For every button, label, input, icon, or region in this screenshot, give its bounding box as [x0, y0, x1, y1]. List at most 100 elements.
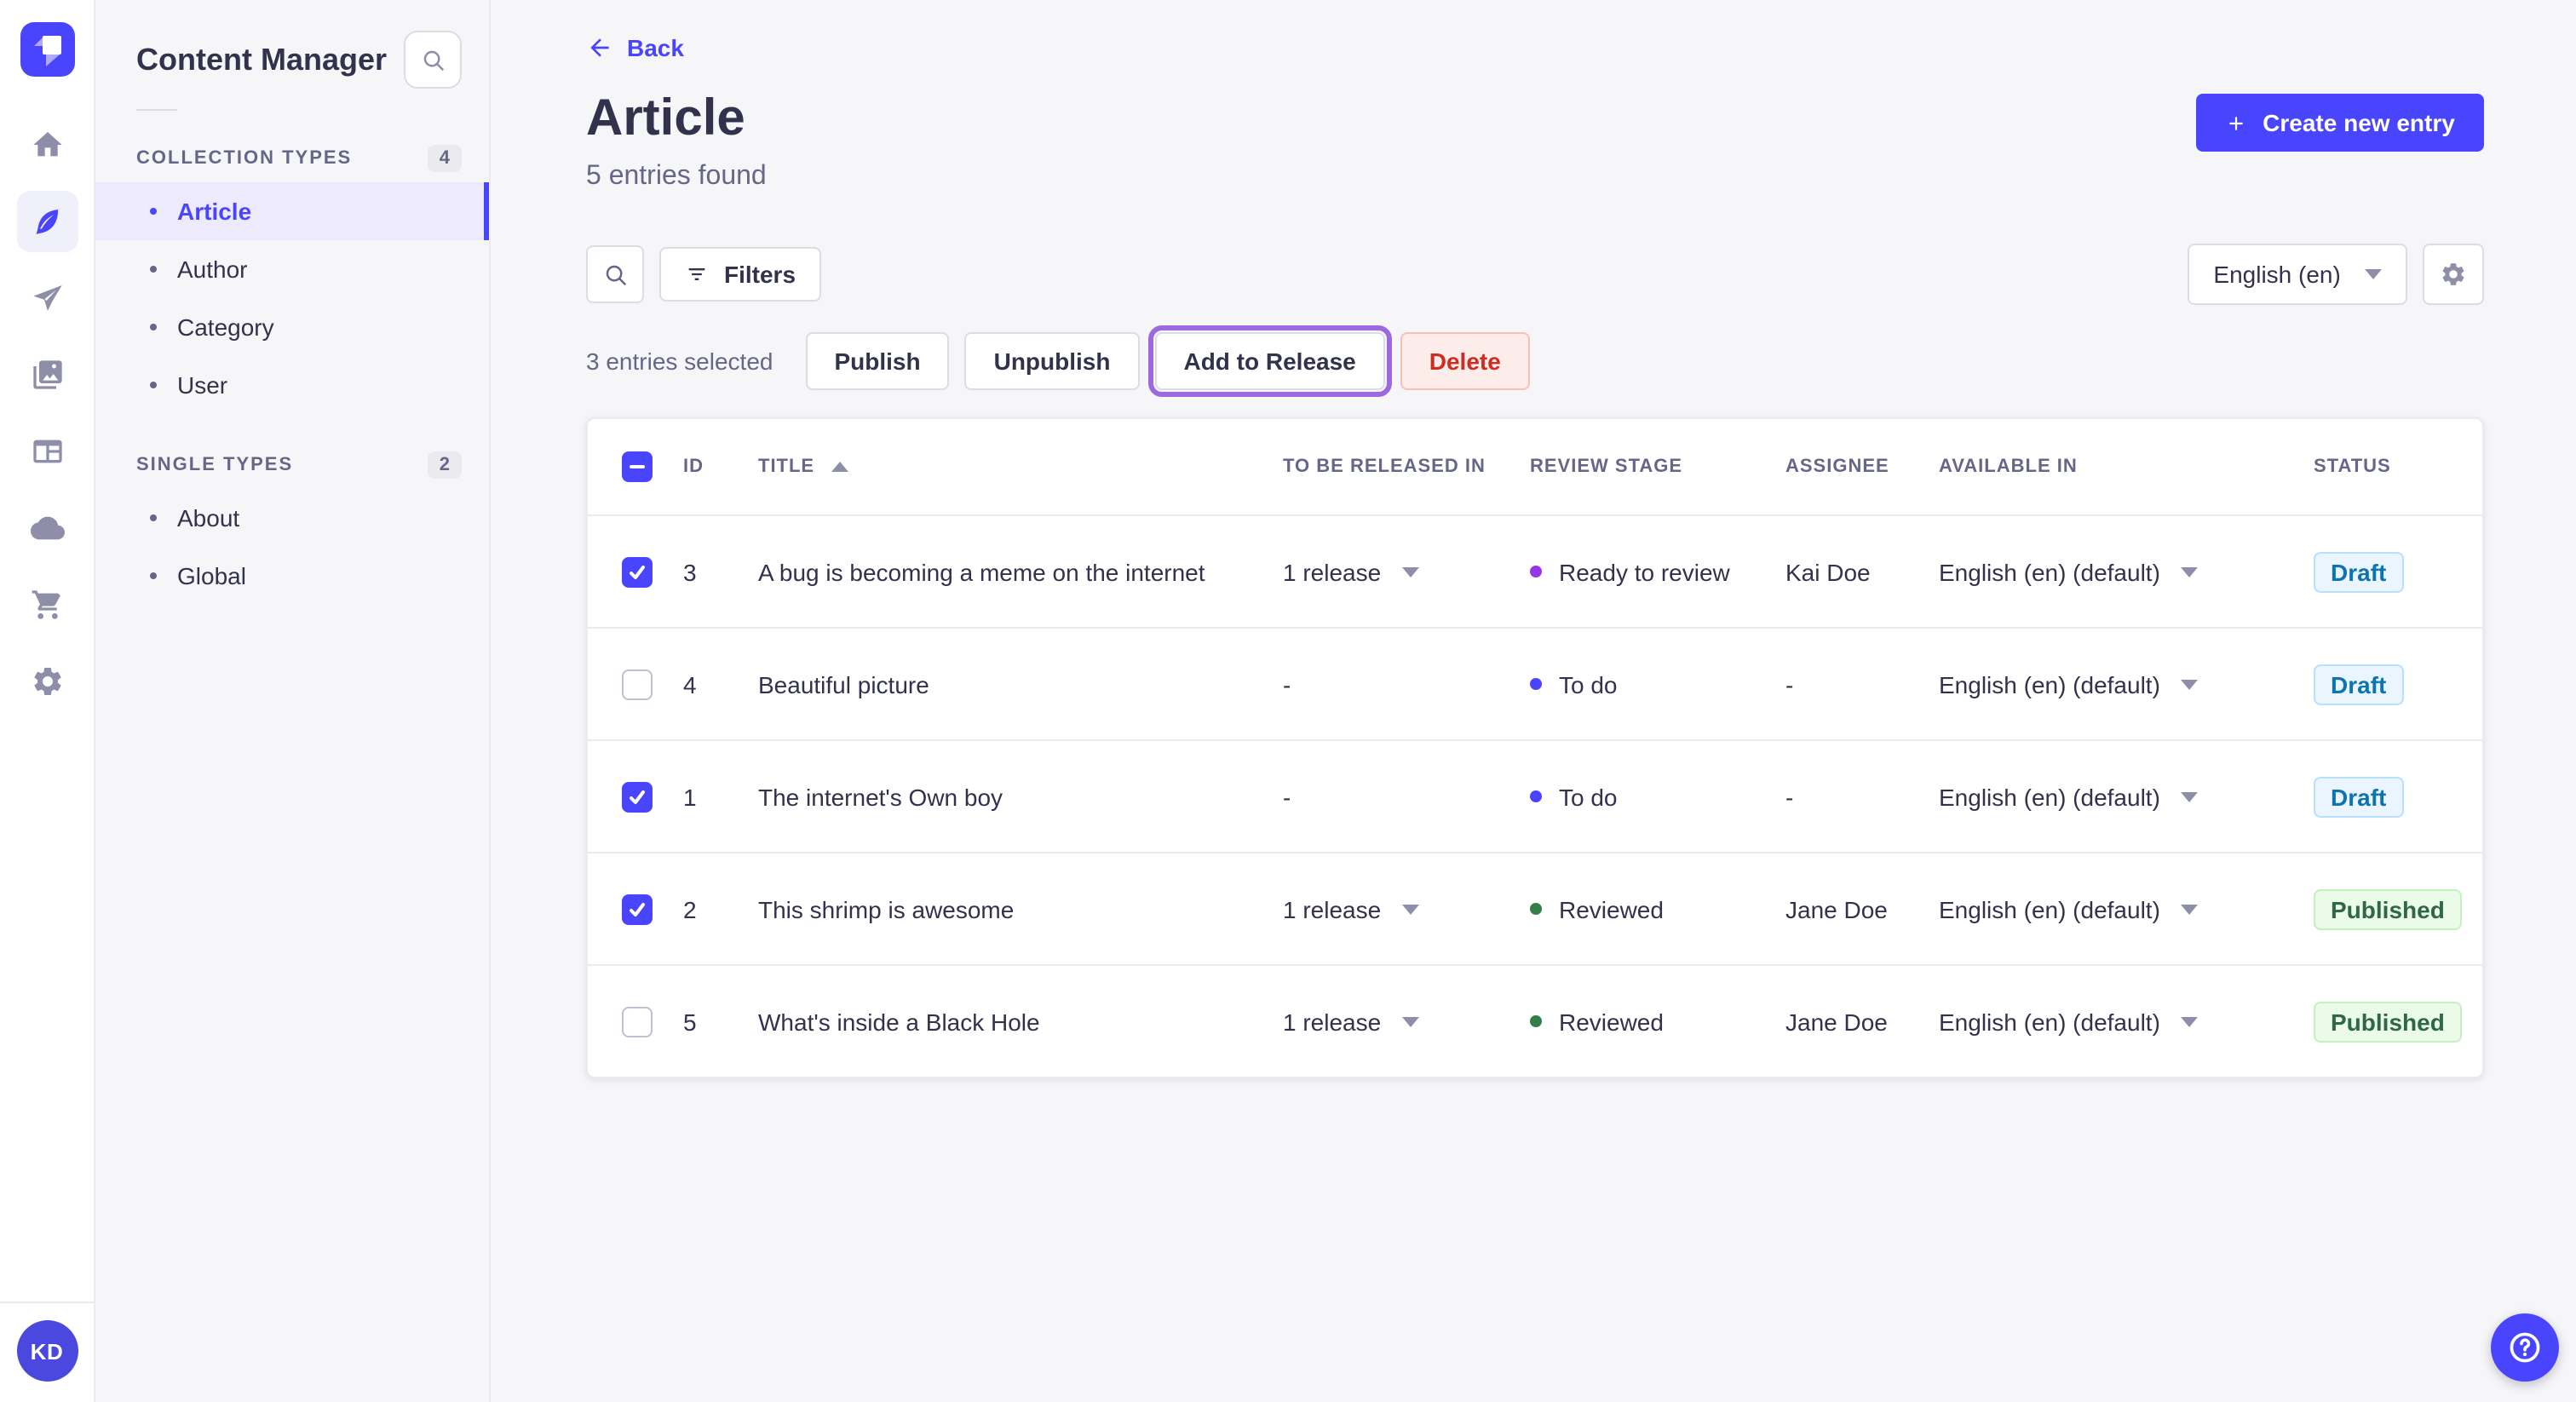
cell-id: 4 — [683, 670, 697, 698]
cell-checkbox — [588, 781, 683, 812]
home-icon[interactable] — [16, 114, 78, 175]
publish-button[interactable]: Publish — [805, 332, 950, 390]
content-manager-subnav: Content Manager COLLECTION TYPES 4 Artic… — [95, 0, 491, 1402]
chevron-down-icon[interactable] — [2180, 1016, 2198, 1026]
chevron-down-icon[interactable] — [2180, 791, 2198, 802]
cell-status: Draft — [2314, 776, 2482, 817]
cell-assignee: - — [1785, 670, 1794, 698]
cell-title: A bug is becoming a meme on the internet — [758, 558, 1205, 585]
review-stage-label: Ready to review — [1559, 558, 1730, 585]
create-new-entry-button[interactable]: Create new entry — [2196, 94, 2484, 152]
status-badge: Published — [2314, 1001, 2462, 1042]
cell-review-stage: Ready to review — [1530, 558, 1785, 585]
content-type-builder-layout-icon[interactable] — [16, 421, 78, 482]
release-value: 1 release — [1283, 1008, 1382, 1035]
filter-icon — [688, 268, 705, 280]
cell-assignee: Jane Doe — [1785, 1008, 1888, 1035]
filters-label: Filters — [724, 261, 796, 288]
app-viewport: KD Content Manager COLLECTION TYPES 4 Ar… — [0, 0, 2576, 1402]
cell-review-stage: Reviewed — [1530, 1008, 1785, 1035]
chevron-down-icon — [2364, 269, 2382, 279]
locale-value: English (en) — [2213, 261, 2341, 288]
strapi-admin: KD Content Manager COLLECTION TYPES 4 Ar… — [0, 0, 2576, 1402]
sidebar-item-article[interactable]: Article — [95, 182, 489, 240]
selection-count-text: 3 entries selected — [586, 348, 773, 375]
cell-checkbox — [588, 669, 683, 699]
table-row[interactable]: 3 A bug is becoming a meme on the interne… — [588, 514, 2482, 627]
table-row[interactable]: 4 Beautiful picture - To do - English (en) (d… — [588, 627, 2482, 739]
column-header-review-stage: REVIEW STAGE — [1530, 457, 1683, 477]
chevron-down-icon[interactable] — [2180, 566, 2198, 577]
row-checkbox[interactable] — [622, 781, 653, 812]
settings-gear-icon[interactable] — [16, 651, 78, 712]
column-header-label: TITLE — [758, 457, 815, 477]
cell-title: The internet's Own boy — [758, 783, 1003, 810]
column-header-title[interactable]: TITLE — [758, 457, 1283, 477]
media-library-images-icon[interactable] — [16, 344, 78, 405]
marketplace-cart-icon[interactable] — [16, 574, 78, 635]
sidebar-item-author[interactable]: Author — [95, 240, 489, 298]
release-value: - — [1283, 783, 1291, 810]
sidebar-item-label: Global — [177, 562, 246, 589]
paper-plane-icon[interactable] — [16, 267, 78, 329]
table-row[interactable]: 1 The internet's Own boy - To do - English (e… — [588, 739, 2482, 852]
table-header-row: ID TITLE TO BE RELEASED IN REVIEW STAGE … — [588, 419, 2482, 514]
delete-button[interactable]: Delete — [1400, 332, 1530, 390]
strapi-logo[interactable] — [20, 22, 74, 77]
table-row[interactable]: 5 What's inside a Black Hole 1 release Revi… — [588, 964, 2482, 1077]
sidebar-item-about[interactable]: About — [95, 489, 489, 547]
chevron-down-icon[interactable] — [1401, 566, 1419, 577]
sidebar-item-category[interactable]: Category — [95, 298, 489, 356]
sidebar-item-label: Category — [177, 313, 274, 341]
unpublish-button[interactable]: Unpublish — [964, 332, 1140, 390]
plus-icon — [2229, 116, 2243, 129]
sort-ascending-icon — [831, 462, 849, 472]
subnav-divider — [136, 109, 177, 111]
column-header-id[interactable]: ID — [683, 457, 758, 477]
bullet-icon — [150, 208, 157, 215]
sidebar-item-label: Article — [177, 198, 252, 225]
review-stage-label: To do — [1559, 670, 1618, 698]
chevron-down-icon[interactable] — [2180, 679, 2198, 689]
row-checkbox[interactable] — [622, 669, 653, 699]
column-header-to-be-released-in: TO BE RELEASED IN — [1283, 457, 1486, 477]
arrow-left-icon — [590, 38, 609, 57]
select-all-checkbox[interactable] — [622, 451, 653, 482]
rail-footer: KD — [0, 1301, 94, 1402]
header-cell-checkbox — [588, 451, 683, 482]
row-checkbox[interactable] — [622, 893, 653, 924]
view-settings-gear-icon[interactable] — [2422, 244, 2484, 305]
chevron-down-icon[interactable] — [2180, 904, 2198, 914]
content-manager-feather-icon[interactable] — [16, 191, 78, 252]
help-button[interactable] — [2491, 1313, 2559, 1382]
help-question-icon — [2510, 1332, 2540, 1363]
cell-available-in: English (en) (default) — [1939, 1008, 2314, 1035]
cloud-icon[interactable] — [16, 497, 78, 559]
available-in-value: English (en) (default) — [1939, 1008, 2160, 1035]
row-checkbox[interactable] — [622, 556, 653, 587]
bullet-icon — [150, 514, 157, 521]
sidebar-item-global[interactable]: Global — [95, 547, 489, 605]
review-stage-label: Reviewed — [1559, 895, 1664, 922]
column-header-assignee: ASSIGNEE — [1785, 457, 1889, 477]
filters-button[interactable]: Filters — [659, 247, 822, 302]
section-collection-types: COLLECTION TYPES 4 — [95, 124, 489, 182]
available-in-value: English (en) (default) — [1939, 783, 2160, 810]
locale-select[interactable]: English (en) — [2188, 244, 2407, 305]
cell-checkbox — [588, 893, 683, 924]
table-row[interactable]: 2 This shrimp is awesome 1 release Reviewed… — [588, 852, 2482, 964]
column-header-status: STATUS — [2314, 457, 2391, 477]
chevron-down-icon[interactable] — [1401, 1016, 1419, 1026]
chevron-down-icon[interactable] — [1401, 904, 1419, 914]
avatar[interactable]: KD — [16, 1320, 78, 1382]
cell-available-in: English (en) (default) — [1939, 558, 2314, 585]
add-to-release-button[interactable]: Add to Release — [1147, 325, 1392, 397]
row-checkbox[interactable] — [622, 1006, 653, 1037]
sidebar-item-user[interactable]: User — [95, 356, 489, 414]
cell-assignee: Jane Doe — [1785, 895, 1888, 922]
search-icon[interactable] — [586, 245, 644, 303]
bullet-icon — [150, 266, 157, 273]
back-link[interactable]: Back — [586, 34, 684, 61]
search-icon[interactable] — [404, 31, 462, 89]
column-header-available-in: AVAILABLE IN — [1939, 457, 2078, 477]
